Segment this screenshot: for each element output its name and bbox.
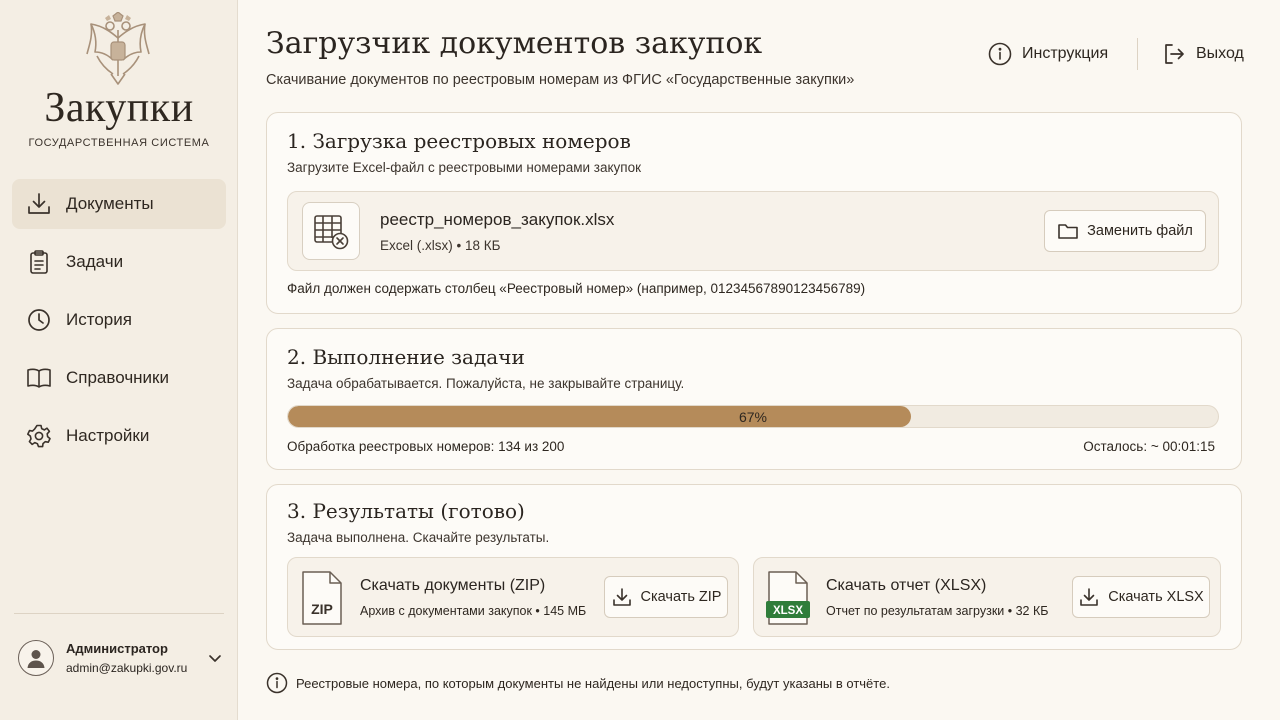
xlsx-file-icon: XLSX bbox=[766, 571, 810, 625]
processed-count: Обработка реестровых номеров: 134 из 200 bbox=[287, 439, 565, 454]
info-icon bbox=[266, 672, 288, 694]
zip-title: Скачать документы (ZIP) bbox=[360, 577, 546, 594]
time-remaining: Осталось: ~ 00:01:15 bbox=[1083, 439, 1215, 454]
user-name: Администратор bbox=[66, 641, 168, 656]
clipboard-icon bbox=[30, 250, 48, 274]
download-icon bbox=[1080, 588, 1099, 606]
user-info: Администратор admin@zakupki.gov.ru bbox=[66, 641, 206, 675]
book-icon bbox=[27, 368, 51, 388]
user-email: admin@zakupki.gov.ru bbox=[66, 661, 188, 675]
sidebar: Закупки ГОСУДАРСТВЕННАЯ СИСТЕМА Документ… bbox=[0, 0, 238, 720]
chevron-down-icon[interactable] bbox=[206, 649, 224, 667]
sidebar-divider bbox=[14, 613, 224, 614]
user-icon bbox=[27, 650, 45, 668]
sidebar-item-label: Настройки bbox=[66, 426, 150, 445]
xlsx-download: XLSX Скачать отчет (XLSX) Отчет по резул… bbox=[753, 557, 1221, 637]
logout-icon bbox=[1165, 44, 1184, 64]
results-title: 3. Результаты (готово) bbox=[287, 499, 525, 523]
clock-icon bbox=[28, 309, 50, 331]
replace-file-button[interactable]: Заменить файл bbox=[1044, 210, 1206, 252]
logout-label: Выход bbox=[1196, 45, 1244, 62]
sidebar-item-settings[interactable]: Настройки bbox=[12, 411, 226, 461]
file-format-hint: Файл должен содержать столбец «Реестровы… bbox=[287, 281, 866, 296]
task-title: 2. Выполнение задачи bbox=[287, 345, 525, 369]
svg-text:ZIP: ZIP bbox=[311, 601, 333, 617]
upload-title: 1. Загрузка реестровых номеров bbox=[287, 129, 631, 153]
progress-percent: 67% bbox=[738, 408, 768, 425]
user-menu[interactable]: Администратор admin@zakupki.gov.ru bbox=[18, 636, 224, 680]
file-name: реестр_номеров_закупок.xlsx bbox=[380, 210, 615, 229]
zip-download: ZIP Скачать документы (ZIP) Архив с доку… bbox=[287, 557, 739, 637]
task-description: Задача обрабатывается. Пожалуйста, не за… bbox=[287, 376, 685, 391]
folder-icon bbox=[1058, 224, 1078, 239]
page-title: Загрузчик документов закупок bbox=[266, 26, 763, 61]
upload-description: Загрузите Excel-файл с реестровыми номер… bbox=[287, 160, 641, 175]
spreadsheet-file-icon bbox=[302, 202, 360, 260]
upload-card: 1. Загрузка реестровых номеров Загрузите… bbox=[266, 112, 1242, 314]
replace-file-label: Заменить файл bbox=[1087, 223, 1193, 239]
download-xlsx-button[interactable]: Скачать XLSX bbox=[1072, 576, 1210, 618]
xlsx-title: Скачать отчет (XLSX) bbox=[826, 577, 987, 594]
uploaded-file: реестр_номеров_закупок.xlsx Excel (.xlsx… bbox=[287, 191, 1219, 271]
zip-file-icon: ZIP bbox=[302, 571, 342, 625]
task-card: 2. Выполнение задачи Задача обрабатывает… bbox=[266, 328, 1242, 470]
sidebar-item-directories[interactable]: Справочники bbox=[12, 353, 226, 403]
sidebar-item-label: История bbox=[66, 310, 132, 329]
footer-note: Реестровые номера, по которым документы … bbox=[266, 672, 890, 694]
instruction-button[interactable]: Инструкция bbox=[988, 40, 1108, 68]
progress-bar: 67% bbox=[287, 405, 1219, 428]
page-subtitle: Скачивание документов по реестровым номе… bbox=[266, 72, 855, 88]
sidebar-item-documents[interactable]: Документы bbox=[12, 179, 226, 229]
info-icon bbox=[988, 42, 1012, 66]
sidebar-item-label: Задачи bbox=[66, 252, 124, 271]
results-card: 3. Результаты (готово) Задача выполнена.… bbox=[266, 484, 1242, 650]
sidebar-nav: Документы Задачи История Справочники Нас… bbox=[12, 179, 226, 469]
results-description: Задача выполнена. Скачайте результаты. bbox=[287, 530, 550, 545]
svg-text:XLSX: XLSX bbox=[773, 605, 803, 617]
download-zip-label: Скачать ZIP bbox=[640, 589, 722, 605]
sidebar-item-label: Справочники bbox=[66, 368, 169, 387]
zip-meta: Архив с документами закупок • 145 МБ bbox=[360, 604, 587, 618]
header-separator bbox=[1137, 38, 1138, 70]
instruction-label: Инструкция bbox=[1022, 45, 1109, 62]
sidebar-item-history[interactable]: История bbox=[12, 295, 226, 345]
logout-button[interactable]: Выход bbox=[1162, 40, 1244, 68]
double-headed-eagle-emblem-icon bbox=[86, 12, 150, 85]
xlsx-meta: Отчет по результатам загрузки • 32 КБ bbox=[826, 604, 1049, 618]
avatar bbox=[18, 640, 54, 676]
file-meta: Excel (.xlsx) • 18 КБ bbox=[380, 238, 501, 253]
logo-subtitle: ГОСУДАРСТВЕННАЯ СИСТЕМА bbox=[28, 137, 210, 149]
download-xlsx-label: Скачать XLSX bbox=[1108, 589, 1204, 605]
sidebar-item-label: Документы bbox=[66, 194, 154, 213]
download-zip-button[interactable]: Скачать ZIP bbox=[604, 576, 728, 618]
download-icon bbox=[28, 193, 50, 214]
logo-title: Закупки bbox=[44, 85, 194, 131]
gear-icon bbox=[27, 424, 51, 448]
download-icon bbox=[612, 588, 631, 606]
sidebar-item-tasks[interactable]: Задачи bbox=[12, 237, 226, 287]
footer-note-text: Реестровые номера, по которым документы … bbox=[296, 675, 890, 691]
